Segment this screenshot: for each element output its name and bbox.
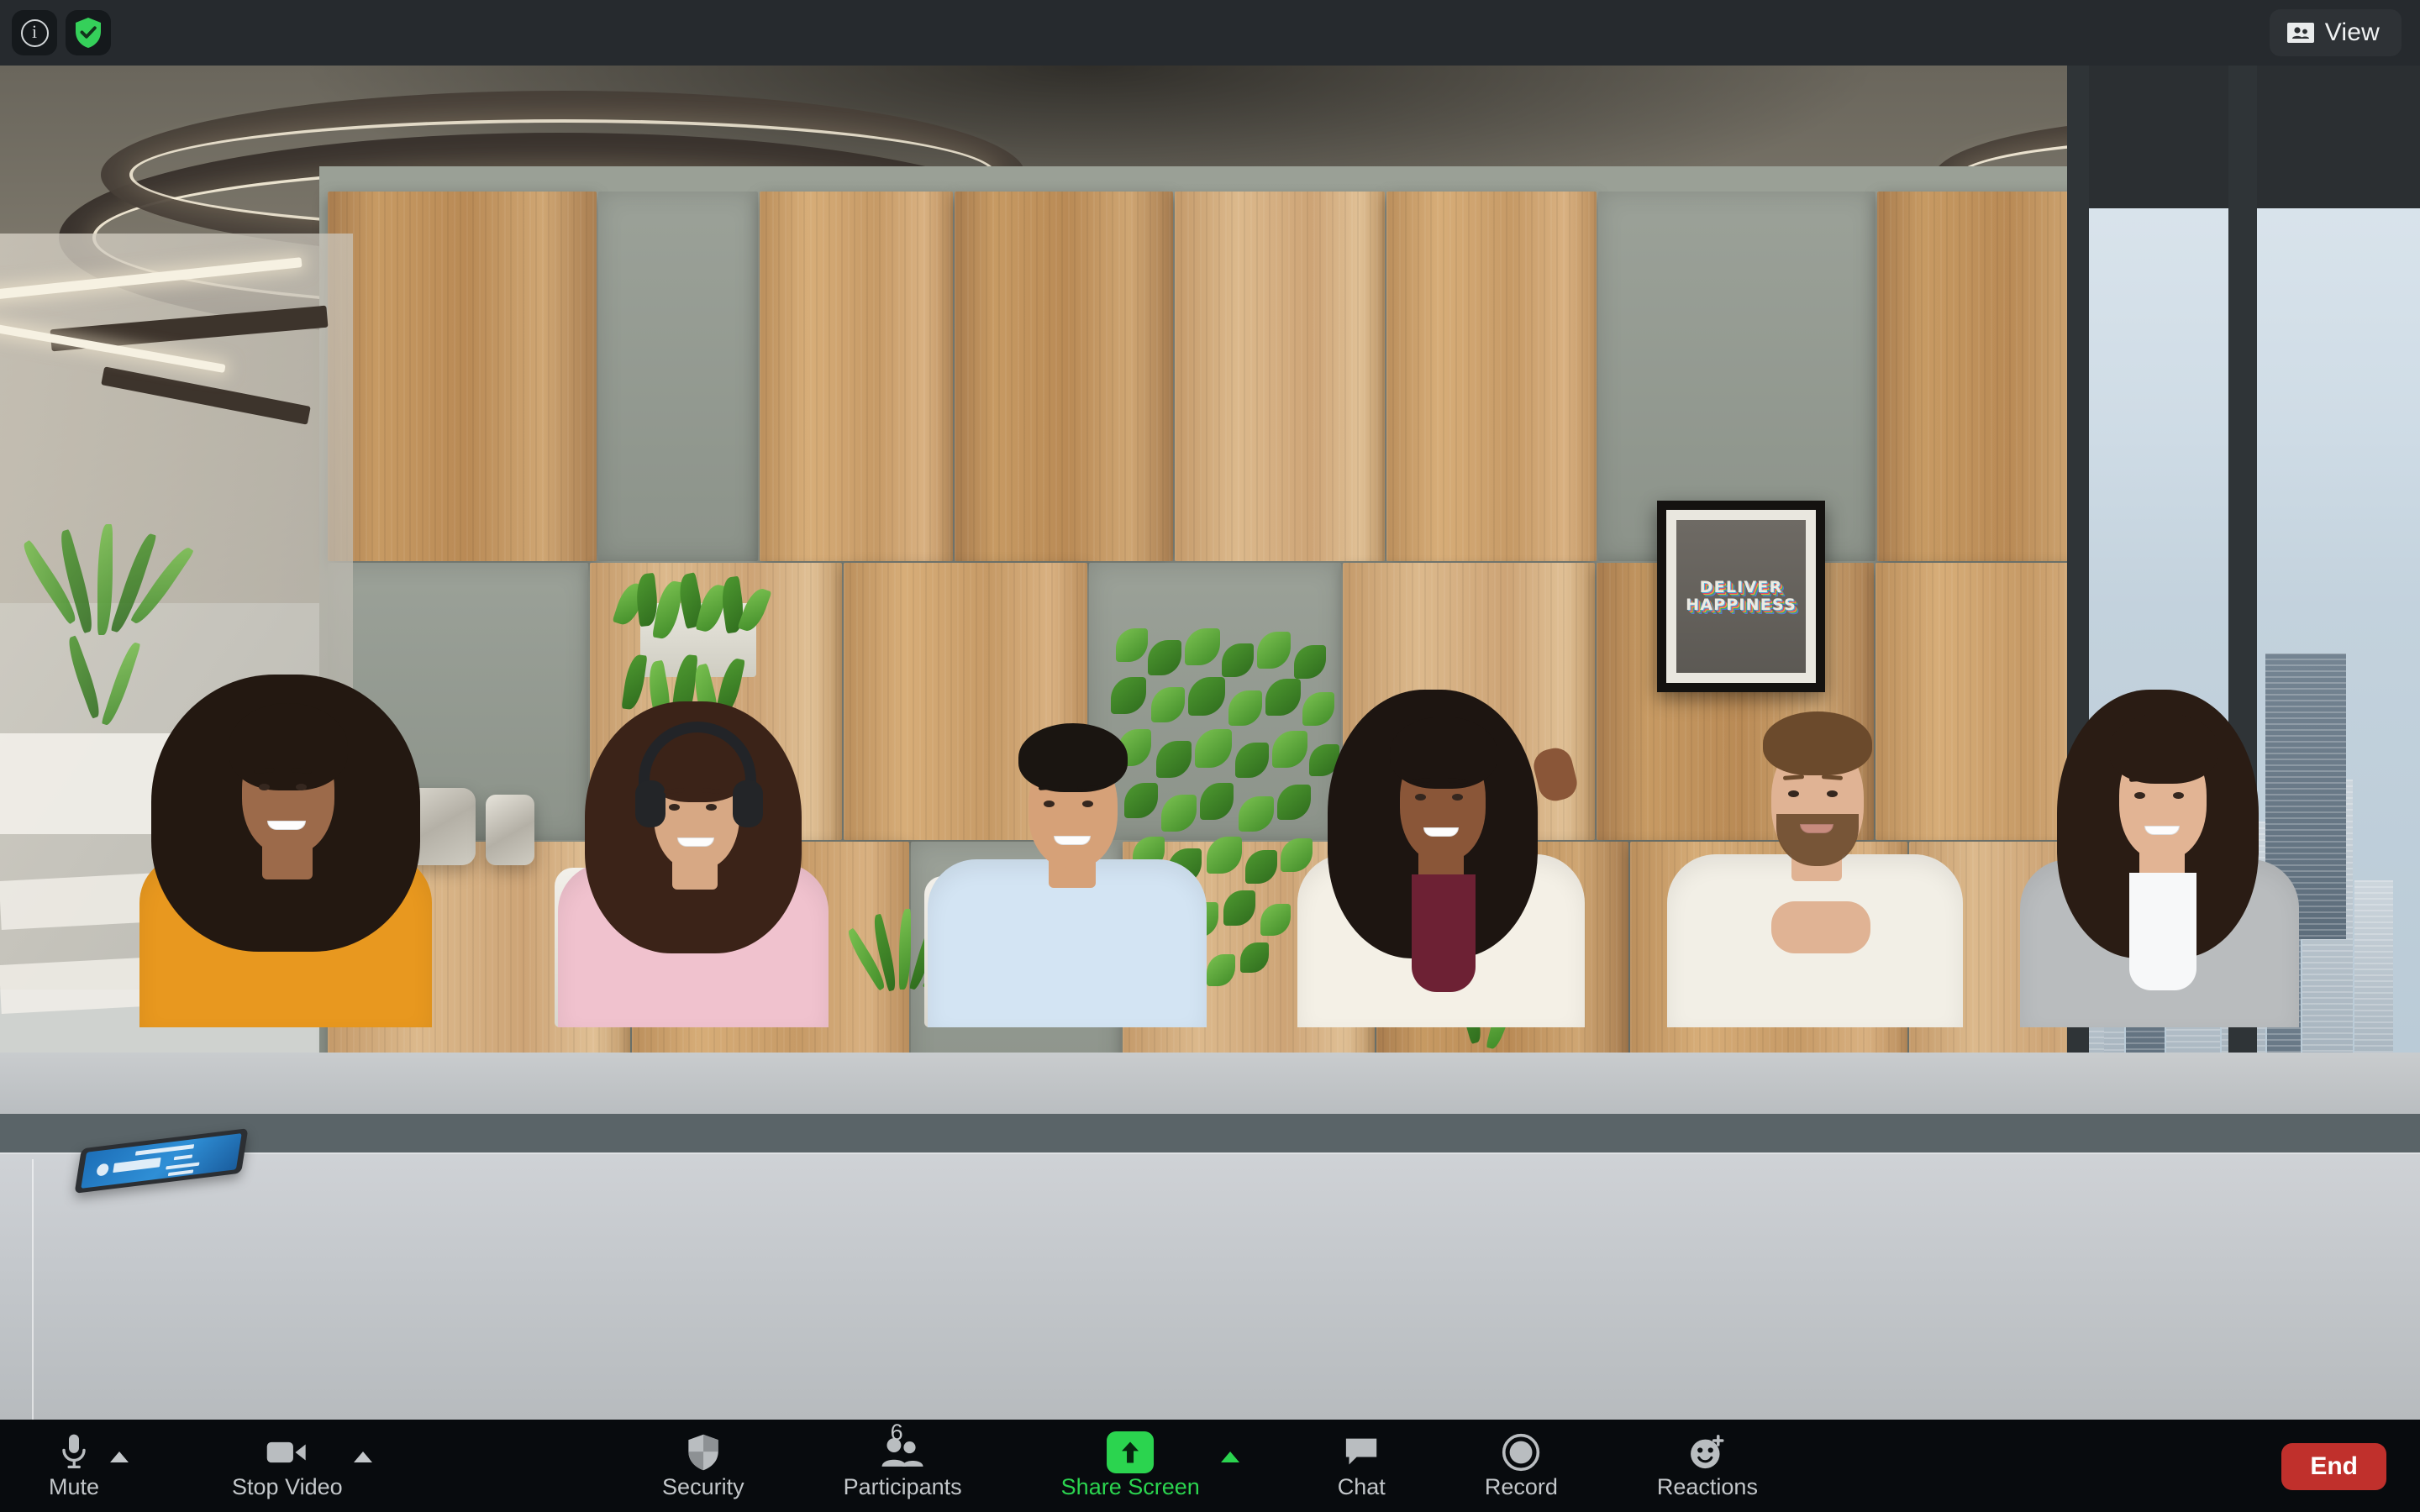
clasped-hands <box>1771 901 1870 953</box>
microphone-icon <box>56 1432 92 1473</box>
toolbar-center-group: Security 6 Participants Share Screen Cha… <box>662 1420 1758 1512</box>
security-button-label: Security <box>662 1473 744 1499</box>
participant-6 <box>2017 649 2302 1027</box>
audio-options-caret-button[interactable] <box>103 1440 136 1473</box>
participants-video-row <box>0 66 2420 1107</box>
chat-button-label: Chat <box>1337 1473 1386 1499</box>
participant-1 <box>134 641 437 1027</box>
toolbar-left-group: Mute Stop Video <box>49 1420 372 1512</box>
encryption-status-button[interactable] <box>66 10 111 55</box>
headset-earcup <box>733 780 763 827</box>
chat-button[interactable]: Chat <box>1338 1420 1386 1512</box>
chevron-up-icon <box>110 1451 129 1462</box>
participant-5 <box>1664 649 1966 1027</box>
security-button[interactable]: Security <box>662 1420 744 1512</box>
chevron-up-icon <box>353 1451 372 1462</box>
white-tshirt <box>2129 873 2196 990</box>
participant-2 <box>555 658 832 1027</box>
video-camera-icon <box>266 1432 309 1473</box>
record-circle-icon <box>1502 1432 1540 1473</box>
end-meeting-button[interactable]: End <box>2281 1443 2386 1490</box>
conference-table-top <box>0 1053 2420 1120</box>
record-button[interactable]: Record <box>1485 1420 1558 1512</box>
record-button-label: Record <box>1484 1473 1558 1499</box>
mute-button[interactable]: Mute <box>49 1420 129 1512</box>
share-options-caret-button[interactable] <box>1213 1440 1247 1473</box>
gallery-view-icon <box>2286 21 2315 45</box>
share-screen-button-label: Share Screen <box>1060 1473 1200 1499</box>
smiley-plus-icon <box>1687 1432 1728 1473</box>
meeting-info-button[interactable]: i <box>12 10 57 55</box>
chevron-up-icon <box>1220 1451 1239 1462</box>
participant-3 <box>924 658 1210 1027</box>
stop-video-button[interactable]: Stop Video <box>232 1420 372 1512</box>
raised-hand <box>1530 744 1581 805</box>
participants-button[interactable]: 6 Participants <box>844 1420 962 1512</box>
view-button-label: View <box>2324 18 2380 46</box>
shield-icon <box>687 1432 720 1473</box>
mute-button-label: Mute <box>49 1473 100 1499</box>
info-icon: i <box>20 18 49 47</box>
share-screen-button[interactable]: Share Screen <box>1060 1420 1239 1512</box>
reactions-button[interactable]: Reactions <box>1657 1420 1758 1512</box>
video-stage: DELIVER HAPPINESS <box>0 66 2420 1420</box>
conference-table-edge <box>0 1114 2420 1154</box>
headset-earcup <box>635 780 666 827</box>
meeting-toolbar: Mute Stop Video Security 6 Participants … <box>0 1420 2420 1512</box>
view-layout-button[interactable]: View <box>2269 9 2402 56</box>
meeting-top-bar: i View <box>0 0 2420 66</box>
participant-4 <box>1294 649 1588 1027</box>
reactions-button-label: Reactions <box>1656 1473 1758 1499</box>
video-options-caret-button[interactable] <box>346 1440 380 1473</box>
participants-button-label: Participants <box>843 1473 962 1499</box>
blouse <box>1412 874 1476 992</box>
share-up-arrow-icon <box>1107 1431 1155 1473</box>
chat-bubble-icon <box>1342 1432 1381 1473</box>
zoom-meeting-window: i View DELIVER HAPPINESS Mute Stop Video… <box>0 0 2420 1512</box>
stop-video-button-label: Stop Video <box>232 1473 343 1499</box>
participant-count-badge: 6 <box>890 1420 903 1445</box>
conference-table-front <box>0 1152 2420 1420</box>
shield-check-icon <box>73 16 103 50</box>
